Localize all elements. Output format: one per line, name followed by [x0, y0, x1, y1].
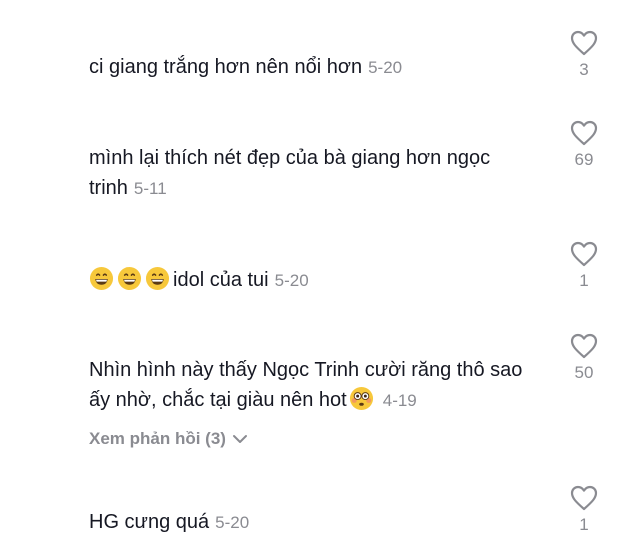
- comment-date: 5-11: [133, 179, 167, 198]
- grinning-face-emoji: [117, 266, 142, 291]
- heart-outline-icon: [570, 485, 598, 511]
- view-replies-label: Xem phản hồi (3): [89, 429, 226, 448]
- comment-text: idol của tui: [173, 269, 269, 291]
- like-count: 69: [574, 150, 594, 169]
- comment-body: ci giang trắng hơn nên nổi hơn 5-20: [89, 52, 549, 83]
- comment-body: HG cưng quá 5-20: [89, 507, 549, 538]
- like-button[interactable]: 1: [560, 485, 608, 535]
- comment-date: 5-20: [368, 58, 403, 77]
- heart-outline-icon: [570, 30, 598, 56]
- like-button[interactable]: 50: [560, 333, 608, 383]
- like-button[interactable]: 3: [560, 30, 608, 80]
- grinning-face-emoji: [145, 266, 170, 291]
- comment-date: 5-20: [274, 271, 309, 290]
- comment-text: Nhìn hình này thấy Ngọc Trinh cười răng …: [89, 359, 528, 411]
- like-button[interactable]: 69: [560, 120, 608, 170]
- heart-outline-icon: [570, 120, 598, 146]
- like-count: 1: [579, 271, 589, 290]
- heart-outline-icon: [570, 333, 598, 359]
- view-replies-button[interactable]: Xem phản hồi (3): [89, 429, 248, 449]
- heart-outline-icon: [570, 241, 598, 267]
- comment-body: Nhìn hình này thấy Ngọc Trinh cười răng …: [89, 355, 539, 416]
- like-count: 3: [579, 60, 589, 79]
- comment-body: mình lại thích nét đẹp của bà giang hơn …: [89, 143, 539, 204]
- comment-date: 5-20: [215, 513, 250, 532]
- comment-text: HG cưng quá: [89, 511, 210, 533]
- grinning-face-emoji: [89, 266, 114, 291]
- comment-body: idol của tui 5-20: [89, 265, 549, 296]
- like-count: 1: [579, 515, 589, 534]
- like-button[interactable]: 1: [560, 241, 608, 291]
- chevron-down-icon: [232, 435, 247, 443]
- flushed-face-emoji: [349, 386, 373, 411]
- comment-list: ci giang trắng hơn nên nổi hơn 5-20 3 mìn…: [0, 0, 620, 556]
- comment-date: 4-19: [382, 391, 417, 410]
- comment-text: ci giang trắng hơn nên nổi hơn: [89, 56, 363, 78]
- like-count: 50: [574, 363, 594, 382]
